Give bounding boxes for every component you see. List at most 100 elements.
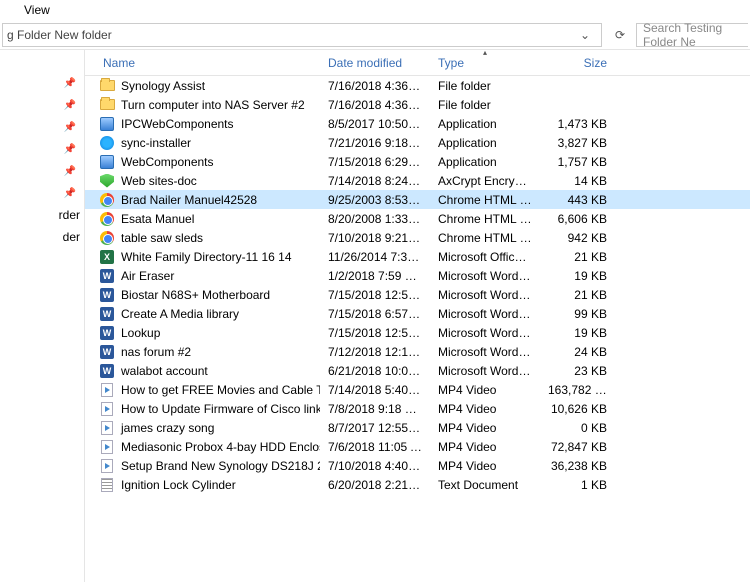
cell-type: Microsoft Word D... [430, 364, 540, 378]
cell-size: 36,238 KB [540, 459, 615, 473]
cell-size: 19 KB [540, 269, 615, 283]
nav-pin-item[interactable]: 📌 [0, 160, 84, 182]
menu-view[interactable]: View [18, 1, 56, 19]
shield-icon [99, 173, 115, 189]
column-headers[interactable]: Name Date modified ▴ Type Size [85, 50, 750, 76]
file-list: Name Date modified ▴ Type Size Synology … [85, 50, 750, 582]
nav-pin-item[interactable]: 📌 [0, 116, 84, 138]
nav-pane[interactable]: 📌📌📌📌📌📌 rderder [0, 50, 85, 582]
file-name: Brad Nailer Manuel42528 [121, 193, 257, 207]
table-row[interactable]: walabot account6/21/2018 10:04 AMMicroso… [85, 361, 750, 380]
file-name: Esata Manuel [121, 212, 194, 226]
cell-date: 7/16/2018 4:36 PM [320, 98, 430, 112]
table-row[interactable]: IPCWebComponents8/5/2017 10:50 AMApplica… [85, 114, 750, 133]
cell-size: 10,626 KB [540, 402, 615, 416]
cell-size: 23 KB [540, 364, 615, 378]
cell-name: nas forum #2 [85, 344, 320, 360]
table-row[interactable]: Biostar N68S+ Motherboard7/15/2018 12:52… [85, 285, 750, 304]
table-row[interactable]: Ignition Lock Cylinder6/20/2018 2:21 AMT… [85, 475, 750, 494]
cell-date: 7/10/2018 4:40 PM [320, 459, 430, 473]
refresh-icon[interactable]: ⟳ [610, 25, 630, 45]
table-row[interactable]: Create A Media library7/15/2018 6:57 PMM… [85, 304, 750, 323]
cell-type: Microsoft Word D... [430, 269, 540, 283]
cell-date: 9/25/2003 8:53 PM [320, 193, 430, 207]
file-name: Setup Brand New Synology DS218J 2-Bay... [121, 459, 320, 473]
nav-pin-item[interactable]: 📌 [0, 94, 84, 116]
cell-type: File folder [430, 79, 540, 93]
cell-name: Mediasonic Probox 4-bay HDD Enclosure... [85, 439, 320, 455]
txt-icon [99, 477, 115, 493]
file-name: nas forum #2 [121, 345, 191, 359]
cell-type: Text Document [430, 478, 540, 492]
app-icon [99, 154, 115, 170]
table-row[interactable]: nas forum #27/12/2018 12:15 AMMicrosoft … [85, 342, 750, 361]
cell-date: 7/15/2018 12:52 AM [320, 288, 430, 302]
cell-size: 24 KB [540, 345, 615, 359]
table-row[interactable]: Turn computer into NAS Server #27/16/201… [85, 95, 750, 114]
cell-type: MP4 Video [430, 421, 540, 435]
breadcrumb[interactable]: g Folder New folder [3, 24, 112, 46]
cell-name: Brad Nailer Manuel42528 [85, 192, 320, 208]
col-name[interactable]: Name [85, 50, 320, 75]
addressbar[interactable]: g Folder New folder ⌄ [2, 23, 602, 47]
search-input[interactable]: Search Testing Folder Ne [636, 23, 748, 47]
pin-icon: 📌 [64, 78, 76, 89]
nav-pin-item[interactable]: 📌 [0, 72, 84, 94]
table-row[interactable]: How to Update Firmware of Cisco linksys.… [85, 399, 750, 418]
cell-type: Microsoft Word D... [430, 326, 540, 340]
mp4-icon [99, 458, 115, 474]
cell-size: 72,847 KB [540, 440, 615, 454]
cell-date: 7/10/2018 9:21 PM [320, 231, 430, 245]
pin-icon: 📌 [64, 166, 76, 177]
nav-tree-item[interactable]: rder [0, 204, 84, 226]
cell-size: 6,606 KB [540, 212, 615, 226]
pin-icon: 📌 [64, 188, 76, 199]
table-row[interactable]: Esata Manuel8/20/2008 1:33 AMChrome HTML… [85, 209, 750, 228]
table-row[interactable]: Setup Brand New Synology DS218J 2-Bay...… [85, 456, 750, 475]
folder-icon [99, 97, 115, 113]
table-row[interactable]: Web sites-doc7/14/2018 8:24 PMAxCrypt En… [85, 171, 750, 190]
file-name: Lookup [121, 326, 160, 340]
menubar: View [0, 0, 750, 20]
table-row[interactable]: james crazy song8/7/2017 12:55 AMMP4 Vid… [85, 418, 750, 437]
table-row[interactable]: Brad Nailer Manuel42528 9/25/2003 8:53 PM… [85, 190, 750, 209]
word-icon [99, 363, 115, 379]
mp4-icon [99, 382, 115, 398]
table-row[interactable]: White Family Directory-11 16 1411/26/201… [85, 247, 750, 266]
cell-date: 7/15/2018 12:59 AM [320, 326, 430, 340]
table-row[interactable]: How to get FREE Movies and Cable TV sh..… [85, 380, 750, 399]
word-icon [99, 344, 115, 360]
table-row[interactable]: Air Eraser1/2/2018 7:59 PMMicrosoft Word… [85, 266, 750, 285]
chrome-icon [99, 230, 115, 246]
cell-size: 163,782 KB [540, 383, 615, 397]
col-size[interactable]: Size [540, 50, 615, 75]
cell-date: 6/21/2018 10:04 AM [320, 364, 430, 378]
cell-type: Microsoft Office E... [430, 250, 540, 264]
table-row[interactable]: WebComponents7/15/2018 6:29 PMApplicatio… [85, 152, 750, 171]
cell-name: Biostar N68S+ Motherboard [85, 287, 320, 303]
table-row[interactable]: Lookup 7/15/2018 12:59 AMMicrosoft Word D… [85, 323, 750, 342]
col-date[interactable]: Date modified [320, 50, 430, 75]
nav-pin-item[interactable]: 📌 [0, 138, 84, 160]
table-row[interactable]: Synology Assist7/16/2018 4:36 PMFile fol… [85, 76, 750, 95]
cell-date: 7/15/2018 6:29 PM [320, 155, 430, 169]
history-dropdown-icon[interactable]: ⌄ [575, 25, 595, 45]
table-row[interactable]: Mediasonic Probox 4-bay HDD Enclosure...… [85, 437, 750, 456]
table-row[interactable]: table saw sleds7/10/2018 9:21 PMChrome H… [85, 228, 750, 247]
file-name: How to Update Firmware of Cisco linksys.… [121, 402, 320, 416]
cell-date: 7/15/2018 6:57 PM [320, 307, 430, 321]
table-row[interactable]: sync-installer7/21/2016 9:18 PMApplicati… [85, 133, 750, 152]
app-icon [99, 116, 115, 132]
nav-pin-item[interactable]: 📌 [0, 182, 84, 204]
nav-tree-item[interactable]: der [0, 226, 84, 248]
col-type[interactable]: ▴ Type [430, 50, 540, 75]
main: 📌📌📌📌📌📌 rderder Name Date modified ▴ Type… [0, 50, 750, 582]
file-name: Synology Assist [121, 79, 205, 93]
folder-icon [99, 78, 115, 94]
word-icon [99, 268, 115, 284]
cell-date: 7/14/2018 8:24 PM [320, 174, 430, 188]
pin-icon: 📌 [64, 144, 76, 155]
cell-name: james crazy song [85, 420, 320, 436]
cell-date: 7/14/2018 5:40 PM [320, 383, 430, 397]
cell-date: 7/21/2016 9:18 PM [320, 136, 430, 150]
